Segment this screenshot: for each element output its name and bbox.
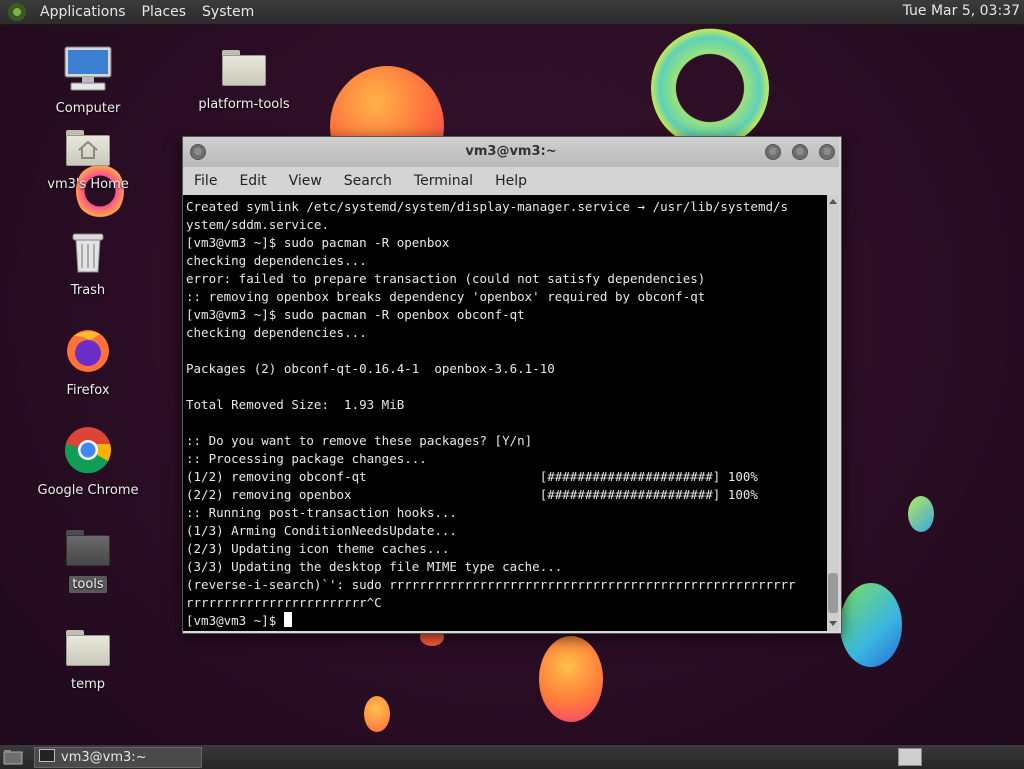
desktop-icon-home[interactable]: vm3's Home (33, 130, 143, 193)
scroll-down-icon[interactable] (829, 621, 837, 626)
terminal-line: (3/3) Updating the desktop file MIME typ… (186, 559, 563, 574)
menu-edit[interactable]: Edit (228, 173, 277, 189)
terminal-line: :: removing openbox breaks dependency 'o… (186, 289, 706, 304)
terminal-line: Packages (2) obconf-qt-0.16.4-1 openbox-… (186, 361, 555, 376)
taskbar-window-button[interactable]: vm3@vm3:~ (34, 747, 202, 768)
desktop-icon-label: platform-tools (198, 97, 290, 112)
desktop-icon-label: Trash (70, 283, 106, 298)
show-desktop-icon[interactable] (3, 749, 23, 765)
terminal-line: Total Removed Size: 1.93 MiB (186, 397, 405, 412)
terminal-line: checking dependencies... (186, 253, 367, 268)
wallpaper-small-orange (364, 696, 390, 732)
desktop-icon-label: Computer (55, 101, 121, 116)
applications-menu[interactable]: Applications (32, 4, 134, 20)
folder-icon (66, 630, 110, 666)
trash-icon (72, 233, 104, 273)
terminal-line: (2/3) Updating icon theme caches... (186, 541, 450, 556)
taskbar-window-label: vm3@vm3:~ (61, 750, 147, 765)
terminal-line: :: Do you want to remove these packages?… (186, 433, 533, 448)
home-folder-icon (66, 130, 110, 166)
window-title: vm3@vm3:~ (465, 144, 557, 159)
terminal-line: (1/3) Arming ConditionNeedsUpdate... (186, 523, 457, 538)
wallpaper-green-ring (651, 28, 769, 148)
desktop-icon-chrome[interactable]: Google Chrome (33, 426, 143, 499)
terminal-output[interactable]: Created symlink /etc/systemd/system/disp… (183, 195, 827, 631)
desktop-icon-label: tools (69, 576, 107, 593)
minimize-icon[interactable] (765, 144, 781, 160)
desktop-icon-platform-tools[interactable]: platform-tools (189, 50, 299, 113)
scrollbar-thumb[interactable] (828, 573, 838, 613)
maximize-icon[interactable] (792, 144, 808, 160)
terminal-line: checking dependencies... (186, 325, 367, 340)
desktop-icon-label: temp (70, 677, 105, 692)
desktop-icon-label: Firefox (66, 383, 110, 398)
terminal-line: [vm3@vm3 ~]$ sudo pacman -R openbox obco… (186, 307, 525, 322)
menu-view[interactable]: View (278, 173, 333, 189)
close-icon[interactable] (819, 144, 835, 160)
firefox-icon (67, 330, 109, 372)
folder-icon (222, 50, 266, 86)
terminal-line: (2/2) removing openbox [################… (186, 487, 758, 502)
desktop-icon-trash[interactable]: Trash (33, 230, 143, 299)
wallpaper-small-blue-egg (908, 496, 934, 532)
text-cursor (283, 612, 292, 627)
folder-icon (66, 530, 110, 566)
terminal-line: :: Processing package changes... (186, 451, 427, 466)
menu-search[interactable]: Search (333, 173, 403, 189)
wallpaper-blue-green-egg (840, 583, 902, 667)
terminal-scrollbar[interactable] (827, 195, 839, 631)
menu-terminal[interactable]: Terminal (403, 173, 484, 189)
scroll-up-icon[interactable] (829, 199, 837, 204)
terminal-line: (1/2) removing obconf-qt [##############… (186, 469, 758, 484)
terminal-menubar: File Edit View Search Terminal Help (183, 167, 839, 195)
terminal-line: [vm3@vm3 ~]$ sudo pacman -R openbox (186, 235, 450, 250)
chrome-icon (65, 427, 111, 474)
terminal-line: :: Running post-transaction hooks... (186, 505, 457, 520)
menu-logo-icon[interactable] (8, 3, 26, 21)
workspace-switcher[interactable] (898, 748, 922, 766)
clock[interactable]: Tue Mar 5, 03:37 (903, 3, 1020, 19)
wallpaper-orange-egg (539, 636, 603, 722)
desktop-icon-label: vm3's Home (47, 177, 129, 192)
desktop-icon-temp[interactable]: temp (33, 630, 143, 693)
system-menu[interactable]: System (194, 4, 262, 20)
menu-file[interactable]: File (183, 173, 228, 189)
terminal-line: ystem/sddm.service. (186, 217, 329, 232)
desktop-icon-computer[interactable]: Computer (33, 46, 143, 117)
window-titlebar[interactable]: vm3@vm3:~ (183, 137, 839, 167)
desktop-icon-firefox[interactable]: Firefox (33, 326, 143, 399)
bottom-panel: vm3@vm3:~ (0, 744, 1024, 769)
places-menu[interactable]: Places (134, 4, 195, 20)
computer-icon (64, 46, 112, 91)
window-menu-icon[interactable] (190, 144, 206, 160)
terminal-line: rrrrrrrrrrrrrrrrrrrrrrrr^C (186, 595, 382, 610)
top-panel: Applications Places System Tue Mar 5, 03… (0, 0, 1024, 25)
menu-help[interactable]: Help (484, 173, 538, 189)
desktop-icon-label: Google Chrome (37, 483, 139, 498)
terminal-icon (39, 749, 55, 762)
terminal-window[interactable]: vm3@vm3:~ File Edit View Search Terminal… (182, 136, 842, 634)
terminal-prompt: [vm3@vm3 ~]$ (186, 613, 284, 628)
terminal-line: Created symlink /etc/systemd/system/disp… (186, 199, 789, 214)
terminal-line: error: failed to prepare transaction (co… (186, 271, 706, 286)
desktop-icon-tools[interactable]: tools (33, 530, 143, 593)
terminal-line: (reverse-i-search)`': sudo rrrrrrrrrrrrr… (186, 577, 796, 592)
